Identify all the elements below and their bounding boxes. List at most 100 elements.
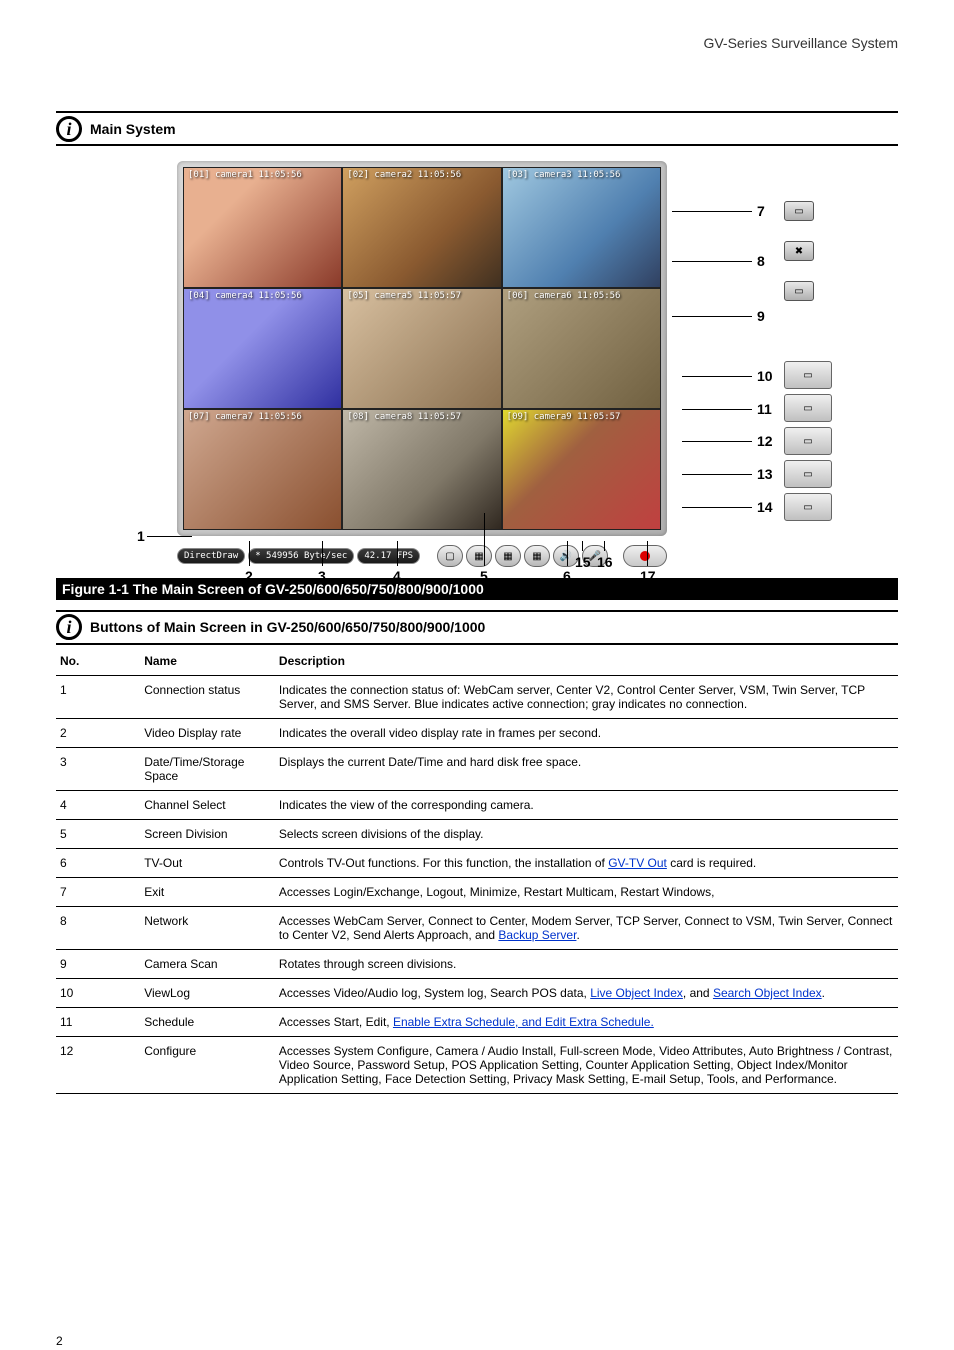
camera-cell[interactable]: [08] camera8 11:05:57 [342,409,501,530]
side-small-button-1[interactable]: ▭ [784,201,814,221]
callout-number: 3 [318,568,326,584]
camera-cell[interactable]: [04] camera4 11:05:56 [183,288,342,409]
link[interactable]: Backup Server [498,928,576,942]
cell-no: 4 [56,791,140,820]
link[interactable]: Enable Extra Schedule, and Edit Extra Sc… [393,1015,654,1029]
callout-line [672,211,752,212]
cell-desc: Controls TV-Out functions. For this func… [275,849,898,878]
division-9-button[interactable]: ▦ [495,545,521,567]
camera-cell[interactable]: [05] camera5 11:05:57 [342,288,501,409]
camera-cell[interactable]: [06] camera6 11:05:56 [502,288,661,409]
side-small-button-3[interactable]: ▭ [784,281,814,301]
cell-desc: Rotates through screen divisions. [275,950,898,979]
table-row: 4 Channel Select Indicates the view of t… [56,791,898,820]
byte-rate-status: * 549956 Byte/sec [248,548,354,564]
link[interactable]: Search Object Index [713,986,822,1000]
cell-name: Video Display rate [140,719,275,748]
viewlog-button[interactable]: ▭ [784,460,832,488]
cell-desc: Accesses Start, Edit, Enable Extra Sched… [275,1008,898,1037]
callout-number: 8 [757,253,765,269]
cell-name: Camera Scan [140,950,275,979]
callout-number: 13 [757,466,773,482]
page-footer: 2 [56,1334,898,1348]
camera-cell[interactable]: [01] camera1 11:05:56 [183,167,342,288]
cell-no: 11 [56,1008,140,1037]
camera-label: [09] camera9 11:05:57 [507,412,621,422]
callout-number: 5 [480,568,488,584]
cell-desc: Indicates the view of the corresponding … [275,791,898,820]
cell-desc: Selects screen divisions of the display. [275,820,898,849]
cell-no: 5 [56,820,140,849]
callout-line [582,541,583,551]
cell-name: Screen Division [140,820,275,849]
division-16-button[interactable]: ▦ [524,545,550,567]
callout-number: 11 [757,401,772,417]
link[interactable]: Live Object Index [590,986,683,1000]
cell-name: Configure [140,1037,275,1094]
info-icon: i [56,116,82,142]
cell-desc: Indicates the connection status of: WebC… [275,676,898,719]
cell-desc: Accesses System Configure, Camera / Audi… [275,1037,898,1094]
callout-number: 4 [393,568,401,584]
callout-line [682,474,752,475]
cell-no: 3 [56,748,140,791]
section-title-row: i Main System [56,116,898,146]
camera-cell[interactable]: [03] camera3 11:05:56 [502,167,661,288]
record-button[interactable] [623,545,667,567]
camera-label: [04] camera4 11:05:56 [188,291,302,301]
cell-no: 6 [56,849,140,878]
callout-number: 9 [757,308,765,324]
camera-label: [02] camera2 11:05:56 [347,170,461,180]
table-row: 9 Camera Scan Rotates through screen div… [56,950,898,979]
video-grid: [01] camera1 11:05:56 [02] camera2 11:05… [183,167,661,530]
callout-number: 17 [640,568,656,584]
camera-label: [06] camera6 11:05:56 [507,291,621,301]
camera-label: [01] camera1 11:05:56 [188,170,302,180]
cell-no: 7 [56,878,140,907]
cell-name: Network [140,907,275,950]
callout-number: 7 [757,203,765,219]
callout-number: 1 [137,528,145,544]
table-row: 8 Network Accesses WebCam Server, Connec… [56,907,898,950]
figure-caption: Figure 1-1 The Main Screen of GV-250/600… [56,578,898,600]
callout-line [682,507,752,508]
display-mode-status: DirectDraw [177,548,245,564]
side-small-button-2[interactable]: ✖ [784,241,814,261]
info-icon: i [56,614,82,640]
callout-line [484,513,485,566]
callout-number: 15 [575,554,591,570]
network-button[interactable]: ▭ [784,394,832,422]
link[interactable]: GV-TV Out [608,856,667,870]
page-header: GV-Series Surveillance System [56,35,898,51]
schedule-button[interactable]: ▭ [784,493,832,521]
header-text: GV-Series Surveillance System [703,35,898,51]
cell-desc: Accesses Login/Exchange, Logout, Minimiz… [275,878,898,907]
division-1-button[interactable]: ▢ [437,545,463,567]
exit-button[interactable]: ▭ [784,361,832,389]
status-bar: DirectDraw * 549956 Byte/sec 42.17 FPS ▢… [177,544,667,568]
cell-name: Schedule [140,1008,275,1037]
cell-no: 1 [56,676,140,719]
section-rule-top [56,111,898,114]
fps-status: 42.17 FPS [357,548,420,564]
camera-label: [03] camera3 11:05:56 [507,170,621,180]
cell-name: TV-Out [140,849,275,878]
record-dot-icon [640,551,650,561]
camera-scan-button[interactable]: ▭ [784,427,832,455]
division-4-button[interactable]: ▦ [466,545,492,567]
button-table: No. Name Description 1 Connection status… [56,648,898,1094]
table-row: 1 Connection status Indicates the connec… [56,676,898,719]
table-row: 6 TV-Out Controls TV-Out functions. For … [56,849,898,878]
cell-no: 10 [56,979,140,1008]
cell-desc: Accesses WebCam Server, Connect to Cente… [275,907,898,950]
cell-no: 12 [56,1037,140,1094]
camera-cell[interactable]: [02] camera2 11:05:56 [342,167,501,288]
col-desc: Description [275,648,898,676]
cell-desc: Indicates the overall video display rate… [275,719,898,748]
col-no: No. [56,648,140,676]
table-row: 5 Screen Division Selects screen divisio… [56,820,898,849]
camera-label: [05] camera5 11:05:57 [347,291,461,301]
callout-number: 12 [757,433,773,449]
camera-cell[interactable]: [07] camera7 11:05:56 [183,409,342,530]
camera-cell[interactable]: [09] camera9 11:05:57 [502,409,661,530]
